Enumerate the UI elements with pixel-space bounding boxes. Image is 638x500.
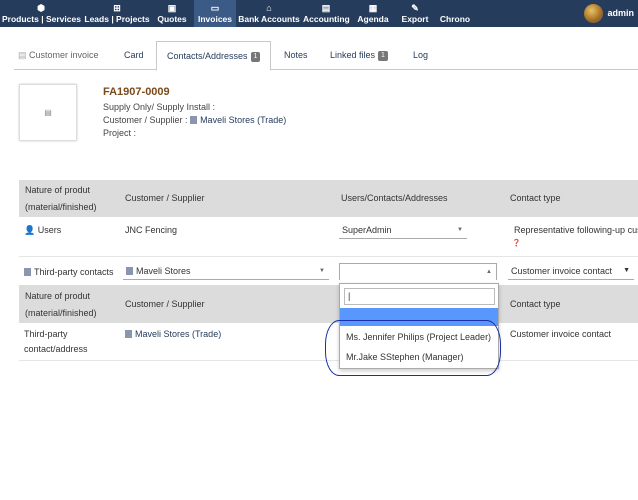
chevron-up-icon: ▲ — [486, 269, 492, 275]
nav-export[interactable]: ✎ Export — [398, 0, 432, 27]
company-icon — [24, 268, 31, 276]
table-row: Third-party contact/address Maveli Store… — [19, 323, 638, 361]
header-contact-type: Contact type — [510, 193, 561, 203]
header-nature: Nature of produt (material/finished) — [25, 291, 97, 318]
money-icon: ▭ — [210, 3, 220, 13]
company-icon — [126, 267, 133, 275]
header-company: Customer / Supplier — [125, 193, 205, 203]
invoice-icon: ▤ — [18, 50, 30, 60]
table-header: Nature of produt (material/finished) Cus… — [19, 285, 638, 323]
table-row: 👤 Users JNC Fencing SuperAdmin ▼ Represen… — [19, 217, 638, 257]
supply-line: Supply Only/ Supply Install : — [103, 102, 216, 112]
bank-icon: ⌂ — [266, 3, 272, 13]
dropdown-search-input[interactable]: | — [344, 288, 495, 305]
file-icon: ▤ — [44, 108, 52, 117]
tab-linked-files[interactable]: Linked files 1 — [330, 41, 388, 70]
briefcase-icon: ▣ — [167, 3, 177, 13]
nav-leads-projects[interactable]: ⊞ Leads | Projects — [84, 0, 150, 27]
dropdown-option[interactable]: Ms. Jennifer Philips (Project Leader) — [346, 332, 491, 342]
chevron-down-icon: ▼ — [457, 227, 463, 233]
nature-cell: Third-party — [24, 329, 68, 339]
nav-quotes[interactable]: ▣ Quotes — [154, 0, 190, 27]
cube-icon: ⬢ — [37, 3, 45, 13]
chevron-down-icon: ▼ — [319, 268, 325, 274]
avatar — [584, 3, 604, 23]
document-thumbnail: ▤ — [19, 84, 77, 141]
tab-customer-invoice[interactable]: ▤ Customer invoice — [18, 41, 99, 70]
project-line: Project : — [103, 128, 137, 138]
nav-bank-accounts[interactable]: ⌂ Bank Accounts — [238, 0, 300, 27]
dropdown-highlighted-option[interactable] — [340, 308, 498, 326]
help-icon[interactable]: ❓ — [512, 239, 521, 247]
calendar-icon: ▦ — [368, 3, 378, 13]
user-icon: 👤 — [24, 225, 36, 235]
wrench-icon: ✎ — [411, 3, 419, 13]
header-contact: Users/Contacts/Addresses — [341, 193, 448, 203]
add-contact-row: Third-party contacts Maveli Stores ▼ ▲ Cu… — [19, 257, 638, 285]
contact-select-open[interactable]: ▲ — [339, 263, 497, 280]
company-icon — [125, 330, 132, 338]
sitemap-icon: ⊞ — [113, 3, 121, 13]
contact-type-cell: Representative following-up cus — [514, 225, 638, 235]
company-link[interactable]: Maveli Stores (Trade) — [135, 329, 221, 339]
top-navbar: ⬢ Products | Services ⊞ Leads | Projects… — [0, 0, 638, 27]
nature-cell: 👤 Users — [24, 225, 62, 235]
company-select[interactable]: Maveli Stores ▼ — [123, 263, 329, 280]
nature-cell: Third-party contacts — [24, 267, 114, 277]
header-company: Customer / Supplier — [125, 299, 205, 309]
nature-cell-line2: contact/address — [24, 344, 88, 354]
tab-card[interactable]: Card — [124, 41, 144, 70]
nav-chrono[interactable]: Chrono — [438, 0, 472, 27]
nav-accounting[interactable]: ▤ Accounting — [303, 0, 350, 27]
user-menu[interactable]: admin — [584, 3, 634, 23]
table-header: Nature of produt (material/finished) Cus… — [19, 180, 638, 217]
contact-dropdown: | Ms. Jennifer Philips (Project Leader) … — [339, 283, 499, 369]
invoice-ref: FA1907-0009 — [103, 86, 170, 98]
tab-bar: ▤ Customer invoice Card Contacts/Address… — [14, 41, 638, 71]
tab-notes[interactable]: Notes — [284, 41, 308, 70]
company-cell: JNC Fencing — [125, 225, 178, 235]
calculator-icon: ▤ — [321, 3, 331, 13]
user-name: admin — [607, 8, 634, 18]
contact-type-select[interactable]: Customer invoice contact ▼ — [508, 263, 634, 280]
count-badge: 1 — [250, 52, 261, 62]
customer-link[interactable]: Maveli Stores (Trade) — [200, 115, 286, 125]
contact-select[interactable]: SuperAdmin ▼ — [339, 222, 467, 239]
tab-log[interactable]: Log — [413, 41, 428, 70]
count-badge: 1 — [378, 51, 388, 61]
dropdown-option[interactable]: Mr.Jake SStephen (Manager) — [346, 352, 464, 362]
company-cell: Maveli Stores (Trade) — [125, 329, 221, 339]
nav-products-services[interactable]: ⬢ Products | Services — [2, 0, 81, 27]
customer-line: Customer / Supplier : Maveli Stores (Tra… — [103, 115, 287, 125]
chevron-down-icon: ▼ — [623, 267, 630, 274]
company-icon — [190, 116, 198, 124]
tab-contacts-addresses[interactable]: Contacts/Addresses 1 — [156, 41, 272, 71]
contact-type-cell: Customer invoice contact — [510, 329, 612, 339]
nav-agenda[interactable]: ▦ Agenda — [354, 0, 392, 27]
nav-invoices[interactable]: ▭ Invoices — [194, 0, 236, 27]
header-nature: Nature of produt (material/finished) — [25, 185, 97, 212]
header-contact-type: Contact type — [510, 299, 561, 309]
